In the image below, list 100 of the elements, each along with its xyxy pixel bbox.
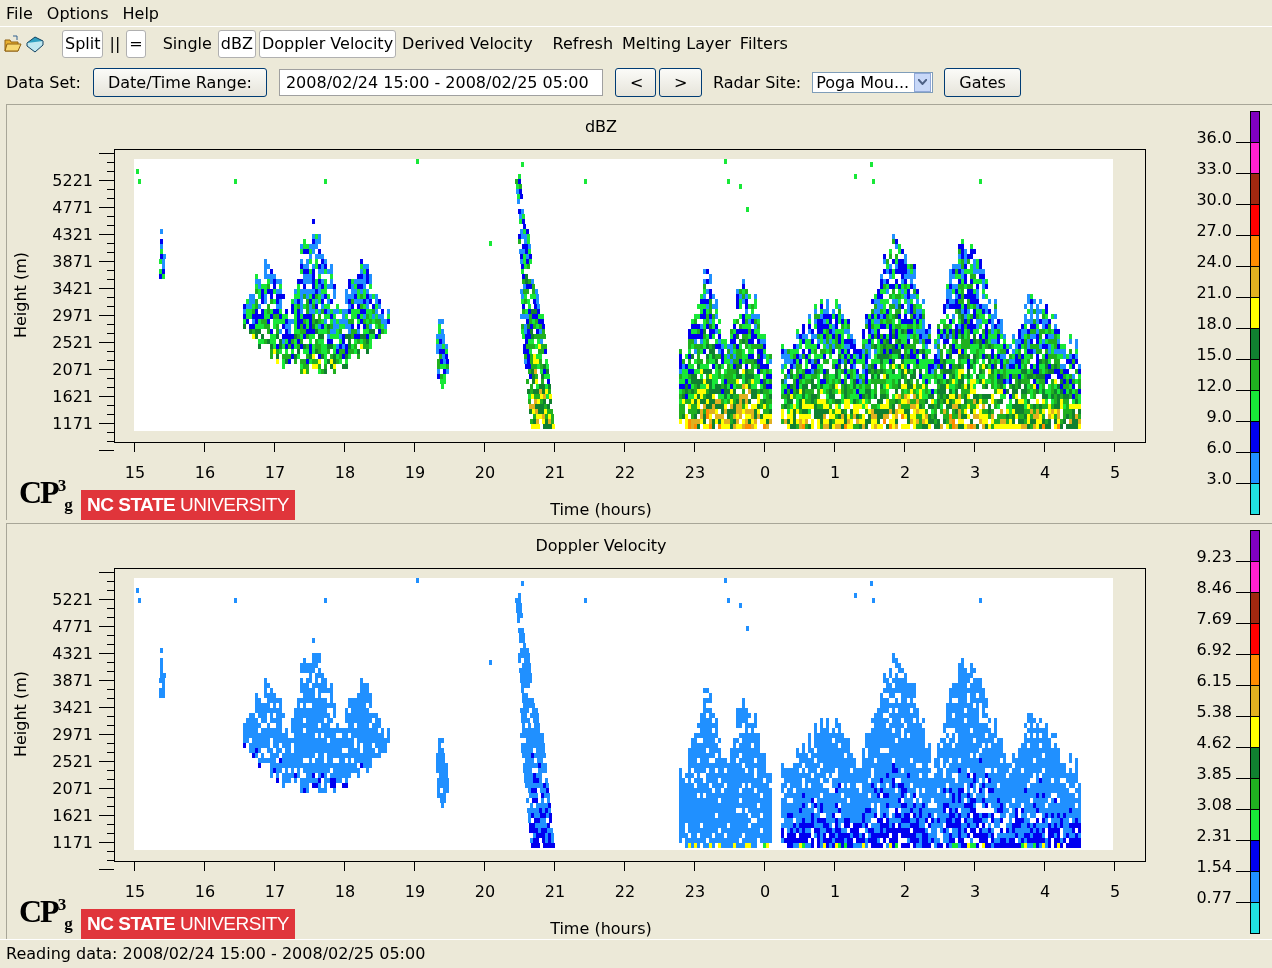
y-tick-label: 1621 <box>52 387 93 406</box>
y-tick-label: 4771 <box>52 198 93 217</box>
color-scale-label: 3.08 <box>1196 795 1232 814</box>
color-scale-label: 0.77 <box>1196 888 1232 907</box>
x-tick-label: 22 <box>614 463 636 482</box>
color-scale-label: 15.0 <box>1196 345 1232 364</box>
color-scale-label: 6.0 <box>1206 438 1232 457</box>
y-tick-label: 2521 <box>52 752 93 771</box>
x-tick-label: 4 <box>1039 882 1051 901</box>
radar-site-label: Radar Site: <box>712 72 802 92</box>
previous-button[interactable]: < <box>614 67 656 97</box>
x-tick-label: 20 <box>474 882 496 901</box>
y-tick-label: 2521 <box>52 333 93 352</box>
x-tick-label: 19 <box>404 882 426 901</box>
toolbar-button[interactable]: Refresh <box>549 29 617 58</box>
date-time-range-button[interactable]: Date/Time Range: <box>92 67 267 97</box>
x-axis-title: Time (hours) <box>550 500 652 519</box>
x-tick-label: 2 <box>899 882 911 901</box>
x-tick-label: 0 <box>759 882 771 901</box>
toolbar-button[interactable]: Derived Velocity <box>399 29 536 58</box>
radar-site-dropdown[interactable]: Poga Mou... <box>812 71 934 93</box>
date-range-field[interactable]: 2008/02/24 15:00 - 2008/02/25 05:00 <box>278 68 603 96</box>
university-banner: NC STATE UNIVERSITY <box>81 909 295 939</box>
menu-item[interactable]: Options <box>46 2 109 24</box>
caret-icon <box>918 79 928 85</box>
university-banner: NC STATE UNIVERSITY <box>81 490 295 520</box>
x-tick-label: 21 <box>544 463 566 482</box>
y-tick-label: 5221 <box>52 590 93 609</box>
color-scale-label: 9.0 <box>1206 407 1232 426</box>
color-scale-label: 33.0 <box>1196 159 1232 178</box>
menu-item[interactable]: Help <box>122 2 159 24</box>
x-tick-label: 18 <box>334 463 356 482</box>
gates-button[interactable]: Gates <box>944 67 1021 97</box>
x-tick-label: 3 <box>969 882 981 901</box>
color-scale-label: 4.62 <box>1196 733 1232 752</box>
color-scale-label: 27.0 <box>1196 221 1232 240</box>
x-tick-label: 16 <box>194 882 216 901</box>
x-tick-label: 23 <box>684 463 706 482</box>
x-tick-label: 5 <box>1109 463 1121 482</box>
x-tick-label: 17 <box>264 882 286 901</box>
color-scale-label: 5.38 <box>1196 702 1232 721</box>
y-tick-label: 3871 <box>52 671 93 690</box>
y-tick-label: 3421 <box>52 698 93 717</box>
color-scale-label: 1.54 <box>1196 857 1232 876</box>
y-tick-label: 4771 <box>52 617 93 636</box>
y-tick-label: 3421 <box>52 279 93 298</box>
y-tick-label: 2971 <box>52 306 93 325</box>
toolbar-button[interactable]: Filters <box>736 29 791 58</box>
y-tick-label: 2971 <box>52 725 93 744</box>
x-tick-label: 15 <box>124 882 146 901</box>
x-tick-label: 19 <box>404 463 426 482</box>
color-scale-label: 30.0 <box>1196 190 1232 209</box>
x-tick-label: 22 <box>614 882 636 901</box>
toolbar-button[interactable]: || <box>106 29 124 58</box>
color-scale-label: 2.31 <box>1196 826 1232 845</box>
color-scale-label: 24.0 <box>1196 252 1232 271</box>
status-text: Reading data: 2008/02/24 15:00 - 2008/02/25 05:00 <box>6 944 426 963</box>
x-tick-label: 15 <box>124 463 146 482</box>
y-tick-label: 1171 <box>52 833 93 852</box>
x-tick-label: 1 <box>829 463 841 482</box>
plot-title: dBZ <box>584 117 618 136</box>
y-tick-label: 4321 <box>52 644 93 663</box>
color-scale-label: 6.15 <box>1196 671 1232 690</box>
color-scale-label: 21.0 <box>1196 283 1232 302</box>
color-scale-label: 7.69 <box>1196 609 1232 628</box>
x-tick-label: 23 <box>684 882 706 901</box>
y-tick-label: 1171 <box>52 414 93 433</box>
toolbar-button[interactable]: Doppler Velocity <box>258 29 397 58</box>
toolbar-button[interactable]: dBZ <box>217 29 256 58</box>
y-tick-label: 2071 <box>52 360 93 379</box>
color-scale-label: 18.0 <box>1196 314 1232 333</box>
toolbar-button[interactable]: Split <box>62 29 104 58</box>
plot-title: Doppler Velocity <box>535 536 667 555</box>
color-scale-label: 12.0 <box>1196 376 1232 395</box>
color-scale-label: 9.23 <box>1196 547 1232 566</box>
menu-item[interactable]: File <box>6 2 33 24</box>
y-tick-label: 2071 <box>52 779 93 798</box>
y-axis-title: Height (m) <box>11 671 30 757</box>
y-tick-label: 3871 <box>52 252 93 271</box>
color-scale-label: 3.85 <box>1196 764 1232 783</box>
x-tick-label: 2 <box>899 463 911 482</box>
color-scale-label: 6.92 <box>1196 640 1232 659</box>
y-tick-label: 1621 <box>52 806 93 825</box>
x-tick-label: 3 <box>969 463 981 482</box>
next-button[interactable]: > <box>658 67 702 97</box>
x-tick-label: 0 <box>759 463 771 482</box>
toolbar-button[interactable]: Single <box>159 29 215 58</box>
x-tick-label: 20 <box>474 463 496 482</box>
x-axis-title: Time (hours) <box>550 919 652 938</box>
toolbar-button[interactable]: Melting Layer <box>619 29 734 58</box>
y-tick-label: 5221 <box>52 171 93 190</box>
y-axis-title: Height (m) <box>11 252 30 338</box>
color-scale-label: 8.46 <box>1196 578 1232 597</box>
x-tick-label: 18 <box>334 882 356 901</box>
x-tick-label: 17 <box>264 463 286 482</box>
toolbar-button[interactable]: = <box>126 29 146 58</box>
folder-icon[interactable] <box>4 34 22 53</box>
y-tick-label: 4321 <box>52 225 93 244</box>
x-tick-label: 21 <box>544 882 566 901</box>
x-tick-label: 16 <box>194 463 216 482</box>
